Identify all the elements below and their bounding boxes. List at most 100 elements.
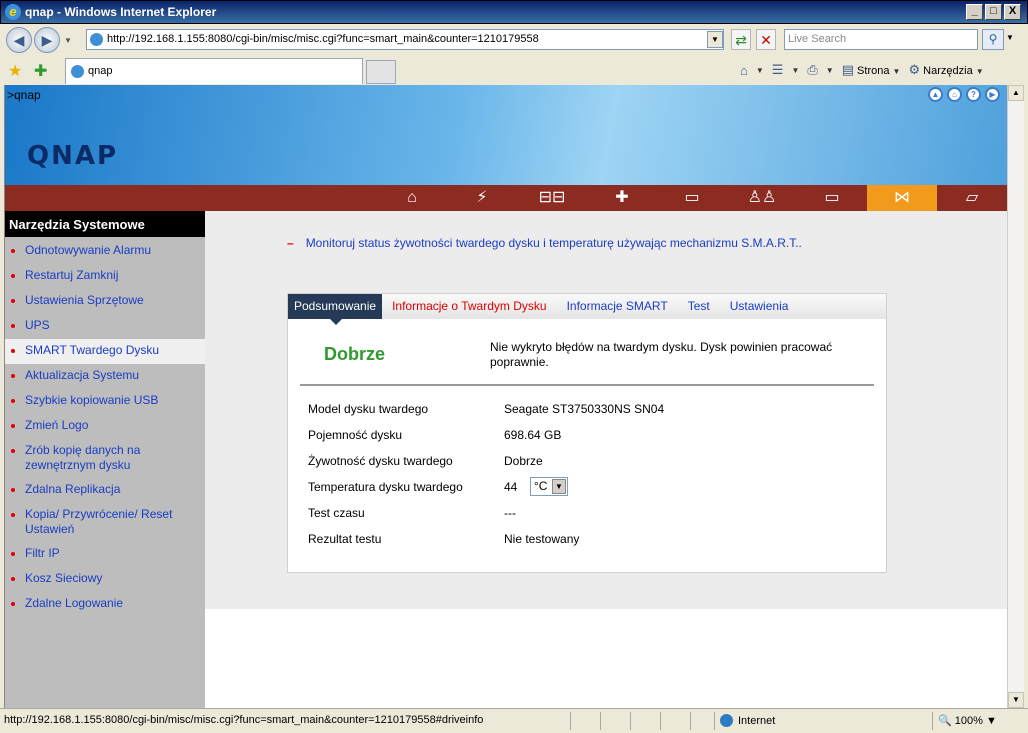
tools-gear-icon: ⚙: [908, 62, 921, 77]
tab-smart-info[interactable]: Informacje SMART: [557, 294, 678, 319]
history-dropdown-icon[interactable]: ▼: [64, 36, 72, 45]
help-icon[interactable]: ?: [966, 87, 981, 102]
detail-label: Test czasu: [308, 506, 365, 520]
minimize-button[interactable]: _: [966, 4, 983, 20]
page-menu-dropdown-icon: ▼: [892, 67, 901, 76]
page-menu-icon: ▤: [841, 62, 854, 77]
banner-icons: ▲ ⌂ ? ▶: [928, 87, 1000, 102]
sidebar-item-ups[interactable]: UPS: [5, 314, 205, 339]
sidebar-item-ip-filter[interactable]: Filtr IP: [5, 542, 205, 567]
logout-icon[interactable]: ▶: [985, 87, 1000, 102]
sidebar-title: Narzędzia Systemowe: [5, 211, 205, 237]
print-icon[interactable]: ⎙: [807, 62, 817, 78]
lightning-icon[interactable]: ⚡: [447, 185, 517, 211]
address-bar[interactable]: http://192.168.1.155:8080/cgi-bin/misc/m…: [86, 29, 724, 50]
add-favorite-icon[interactable]: ✚: [34, 61, 47, 81]
home-icon[interactable]: ⌂: [740, 63, 748, 78]
vertical-scrollbar[interactable]: ▲ ▼: [1007, 85, 1024, 708]
bullet-dash-icon: –: [287, 236, 294, 250]
document-icon[interactable]: ▱: [937, 185, 1007, 211]
sidebar-item-network-recycle-bin[interactable]: Kosz Sieciowy: [5, 567, 205, 592]
refresh-icon[interactable]: ⇄: [731, 29, 751, 50]
status-divider: [570, 712, 571, 730]
print-dropdown-icon[interactable]: ▼: [826, 66, 834, 75]
window-controls: _ □ X: [966, 4, 1021, 20]
tab-summary[interactable]: Podsumowanie: [288, 294, 383, 325]
feeds-dropdown-icon[interactable]: ▼: [791, 66, 799, 75]
tools-menu-dropdown-icon: ▼: [975, 67, 984, 76]
tab-settings[interactable]: Ustawienia: [720, 294, 799, 319]
security-zone: Internet: [720, 714, 775, 727]
status-divider: [630, 712, 631, 730]
address-toolbar: ◀ ▶ ▼ http://192.168.1.155:8080/cgi-bin/…: [0, 24, 1028, 56]
sidebar-item-alarm-log[interactable]: Odnotowywanie Alarmu: [5, 239, 205, 264]
detail-label: Żywotność dysku twardego: [308, 454, 453, 468]
chevron-down-icon: ▼: [552, 479, 566, 494]
tools-menu[interactable]: ⚙ Narzędzia ▼: [908, 62, 983, 78]
address-url: http://192.168.1.155:8080/cgi-bin/misc/m…: [107, 33, 539, 45]
sidebar-item-change-logo[interactable]: Zmień Logo: [5, 414, 205, 439]
search-icon[interactable]: ⚲: [982, 29, 1004, 50]
users-icon[interactable]: ♙♙: [727, 185, 797, 211]
page-icon: [90, 33, 103, 46]
close-button[interactable]: X: [1004, 4, 1021, 20]
status-divider: [690, 712, 691, 730]
home-dropdown-icon[interactable]: ▼: [756, 66, 764, 75]
sidebar-item-external-backup[interactable]: Zrób kopię danych na zewnętrznym dysku: [5, 439, 205, 478]
main-panel: – Monitoruj status żywotności twardego dy…: [205, 211, 1007, 609]
status-divider: [660, 712, 661, 730]
detail-value: Dobrze: [504, 454, 543, 468]
sidebar-item-remote-replication[interactable]: Zdalna Replikacja: [5, 478, 205, 503]
favorites-star-icon[interactable]: ★: [8, 61, 22, 81]
description-text: Monitoruj status żywotności twardego dys…: [305, 236, 802, 250]
sidebar-item-hardware-settings[interactable]: Ustawienia Sprzętowe: [5, 289, 205, 314]
forward-button[interactable]: ▶: [34, 27, 60, 53]
tab-test[interactable]: Test: [678, 294, 720, 319]
breadcrumb: >qnap: [7, 88, 41, 102]
tools-icon[interactable]: ⋈: [867, 185, 937, 211]
new-tab-button[interactable]: [366, 60, 396, 84]
scroll-up-icon[interactable]: ▲: [1008, 85, 1024, 101]
sidebar-item-smart[interactable]: SMART Twardego Dysku: [5, 339, 205, 364]
back-button[interactable]: ◀: [6, 27, 32, 53]
status-divider: [600, 712, 601, 730]
home-circle-icon[interactable]: ⌂: [947, 87, 962, 102]
home-icon[interactable]: ⌂: [377, 185, 447, 211]
folder-icon[interactable]: ▭: [797, 185, 867, 211]
zoom-control[interactable]: 🔍 100% ▼: [938, 714, 997, 727]
sidebar-item-remote-login[interactable]: Zdalne Logowanie: [5, 592, 205, 617]
main-menu-bar: ⌂ ⚡ ⊟⊟ ✚ ▭ ♙♙ ▭ ⋈ ▱: [5, 185, 1007, 211]
plus-icon[interactable]: ✚: [587, 185, 657, 211]
detail-value: ---: [504, 506, 516, 520]
tab-qnap[interactable]: qnap: [65, 58, 363, 84]
scroll-down-icon[interactable]: ▼: [1008, 692, 1024, 708]
sidebar-item-usb-copy[interactable]: Szybkie kopiowanie USB: [5, 389, 205, 414]
tools-menu-label: Narzędzia: [923, 65, 973, 77]
temperature-value: 44: [504, 480, 518, 494]
detail-label: Temperatura dysku twardego: [308, 480, 463, 494]
qnap-banner: >qnap ▲ ⌂ ? ▶ QNAP: [5, 85, 1007, 185]
feeds-icon[interactable]: ☰: [772, 62, 784, 78]
page-content: >qnap ▲ ⌂ ? ▶ QNAP ⌂ ⚡ ⊟⊟ ✚ ▭ ♙♙ ▭ ⋈ ▱ N…: [4, 85, 1007, 708]
status-divider: [932, 712, 933, 730]
drive-icon[interactable]: ▭: [657, 185, 727, 211]
detail-label: Model dysku twardego: [308, 402, 429, 416]
sidebar-item-backup-restore-reset[interactable]: Kopia/ Przywrócenie/ Reset Ustawień: [5, 503, 205, 542]
sidebar-item-restart-shutdown[interactable]: Restartuj Zamknij: [5, 264, 205, 289]
sidebar-item-system-update[interactable]: Aktualizacja Systemu: [5, 364, 205, 389]
temperature-unit-select[interactable]: °C ▼: [530, 477, 568, 496]
network-icon[interactable]: ⊟⊟: [517, 185, 587, 211]
globe-icon: [720, 714, 733, 727]
search-dropdown-icon[interactable]: ▼: [1006, 33, 1014, 42]
ie-logo-icon: e: [5, 4, 21, 20]
health-status: Dobrze: [324, 344, 386, 364]
page-description: – Monitoruj status żywotności twardego dy…: [287, 236, 802, 250]
stop-icon[interactable]: ✕: [756, 29, 776, 50]
up-icon[interactable]: ▲: [928, 87, 943, 102]
temperature-unit-value: °C: [534, 479, 548, 493]
search-input[interactable]: Live Search: [784, 29, 978, 50]
tab-drive-info[interactable]: Informacje o Twardym Dysku: [382, 294, 557, 319]
maximize-button[interactable]: □: [985, 4, 1002, 20]
address-dropdown-icon[interactable]: ▼: [707, 31, 723, 48]
page-menu[interactable]: ▤ Strona ▼: [842, 62, 901, 78]
